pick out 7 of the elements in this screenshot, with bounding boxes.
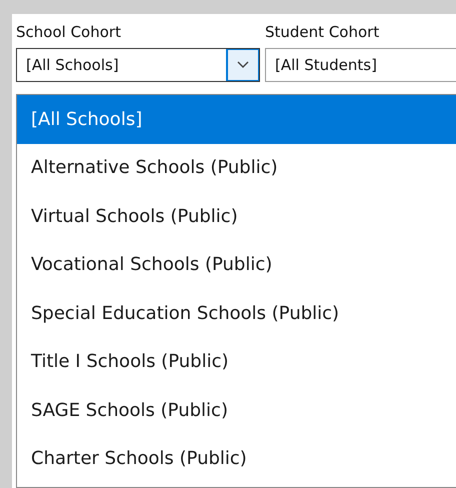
filter-label: School Cohort [16, 22, 122, 42]
filter-label: Student Cohort [265, 22, 380, 42]
chevron-down-icon [237, 61, 249, 69]
dropdown-option[interactable]: [All Schools] [17, 95, 456, 144]
cohort-dropdown[interactable]: [All Schools] [16, 48, 260, 82]
cohort-dropdown[interactable]: [All Students] [265, 48, 456, 82]
dropdown-button[interactable] [226, 49, 259, 81]
